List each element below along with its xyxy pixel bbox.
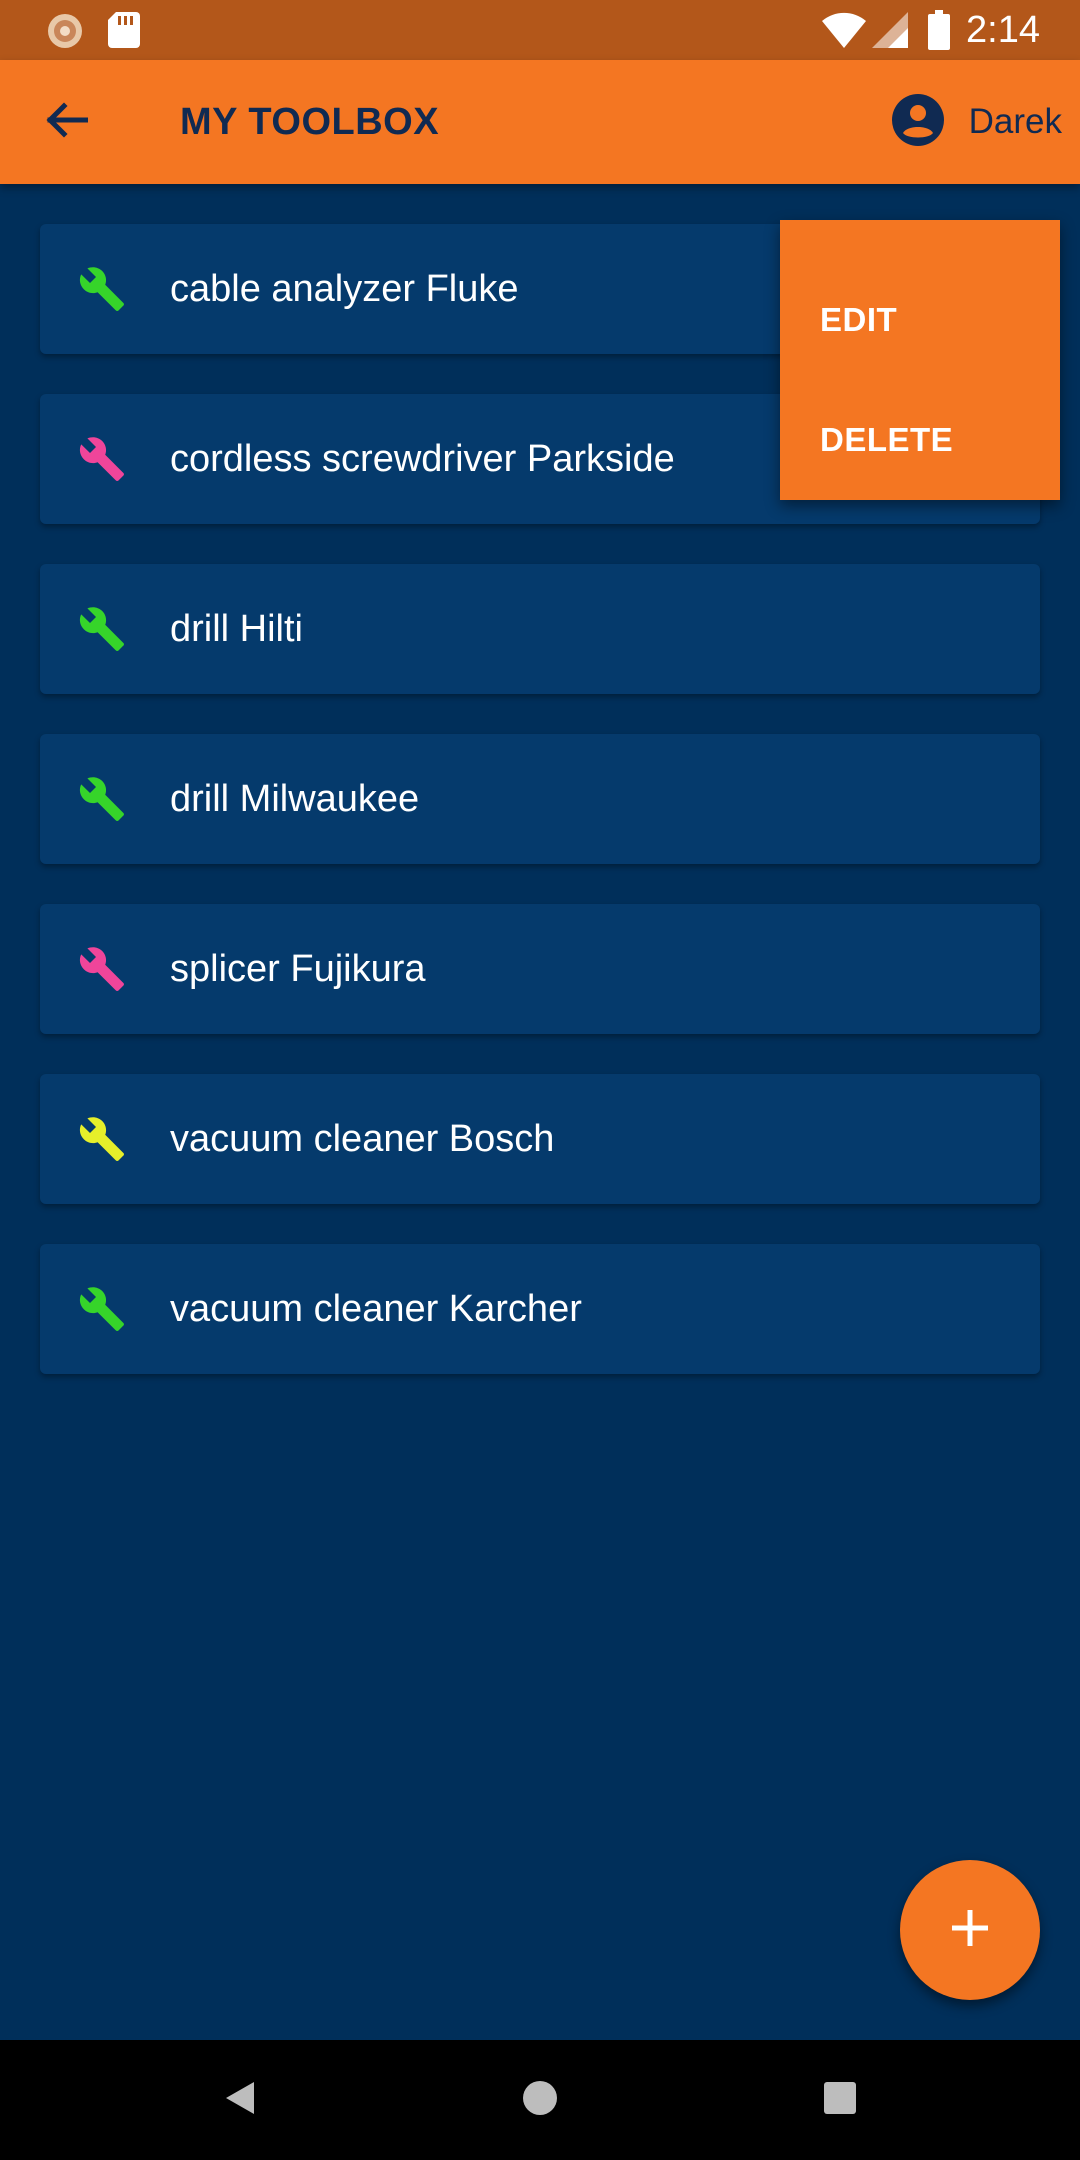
wrench-icon bbox=[78, 265, 126, 313]
battery-icon bbox=[928, 10, 950, 55]
tool-name: drill Milwaukee bbox=[170, 778, 420, 820]
wrench-icon bbox=[78, 435, 126, 483]
wifi-icon bbox=[822, 12, 866, 53]
nav-back-button[interactable] bbox=[210, 2070, 270, 2130]
back-button[interactable] bbox=[36, 92, 96, 152]
tool-list-item[interactable]: drill Hilti bbox=[40, 564, 1040, 694]
wrench-icon bbox=[78, 775, 126, 823]
add-tool-button[interactable] bbox=[900, 1860, 1040, 2000]
tool-name: splicer Fujikura bbox=[170, 948, 426, 990]
nav-recents-button[interactable] bbox=[810, 2070, 870, 2130]
app-notification-icon bbox=[46, 12, 84, 55]
wrench-icon bbox=[78, 1115, 126, 1163]
system-nav-bar bbox=[0, 2040, 1080, 2160]
page-title: MY TOOLBOX bbox=[180, 101, 440, 143]
arrow-back-icon bbox=[44, 98, 89, 147]
sd-card-icon bbox=[108, 12, 140, 53]
status-time: 2:14 bbox=[966, 9, 1040, 51]
tool-list-item[interactable]: vacuum cleaner Karcher bbox=[40, 1244, 1040, 1374]
nav-home-button[interactable] bbox=[510, 2070, 570, 2130]
tool-name: cable analyzer Fluke bbox=[170, 268, 519, 310]
tool-name: drill Hilti bbox=[170, 608, 303, 650]
delete-menu-item[interactable]: DELETE bbox=[820, 420, 953, 460]
wrench-icon bbox=[78, 1285, 126, 1333]
tool-name: vacuum cleaner Karcher bbox=[170, 1288, 582, 1330]
back-triangle-icon bbox=[224, 2080, 256, 2121]
status-bar: 2:14 bbox=[0, 0, 1080, 60]
plus-icon bbox=[948, 1906, 992, 1955]
tool-name: cordless screwdriver Parkside bbox=[170, 438, 675, 480]
recents-square-icon bbox=[824, 2081, 856, 2119]
tool-list-item[interactable]: splicer Fujikura bbox=[40, 904, 1040, 1034]
account-circle-icon bbox=[891, 93, 945, 152]
wrench-icon bbox=[78, 605, 126, 653]
app-bar: MY TOOLBOX Darek bbox=[0, 60, 1080, 184]
context-menu: EDIT DELETE bbox=[780, 220, 1060, 500]
signal-icon bbox=[872, 12, 908, 53]
user-account-button[interactable]: Darek bbox=[891, 92, 1062, 152]
tool-list-item[interactable]: drill Milwaukee bbox=[40, 734, 1040, 864]
wrench-icon bbox=[78, 945, 126, 993]
tool-list-item[interactable]: vacuum cleaner Bosch bbox=[40, 1074, 1040, 1204]
home-circle-icon bbox=[522, 2080, 558, 2121]
tool-name: vacuum cleaner Bosch bbox=[170, 1118, 555, 1160]
user-name: Darek bbox=[968, 102, 1062, 141]
edit-menu-item[interactable]: EDIT bbox=[820, 300, 897, 340]
